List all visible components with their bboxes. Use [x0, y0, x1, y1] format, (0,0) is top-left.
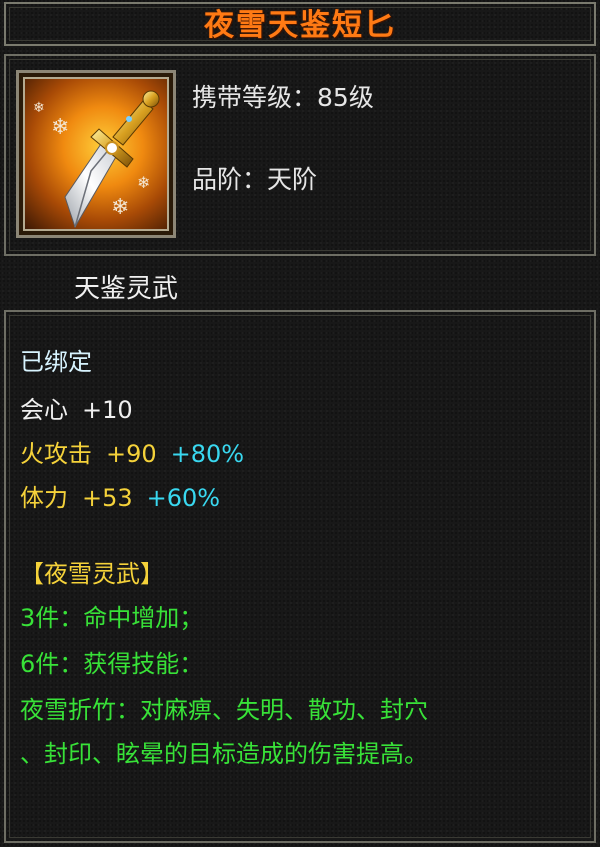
- carry-level: 携带等级：85级: [192, 78, 374, 114]
- dagger-icon: ❄ ❄ ❄ ❄: [23, 77, 169, 231]
- stat-bonus: +80%: [170, 440, 245, 468]
- item-name: 夜雪天鉴短匕: [204, 8, 396, 43]
- set-skill-desc-line2: 、封印、眩晕的目标造成的伤害提高。: [20, 740, 428, 768]
- set-bonus-6: 6件：获得技能：: [20, 650, 204, 678]
- stat-value: +53: [82, 484, 133, 512]
- dagger-graphic: [64, 90, 160, 229]
- stat-name: 会心: [20, 396, 68, 424]
- stat-line-crit: 会心 +10: [20, 390, 133, 425]
- stat-bonus: +60%: [146, 484, 221, 512]
- grade-label: 品阶：: [192, 165, 268, 194]
- item-grade: 品阶：天阶: [192, 160, 317, 196]
- bound-status: 已绑定: [20, 348, 92, 376]
- stat-name: 体力: [20, 484, 68, 512]
- title-bar: 夜雪天鉴短匕: [4, 2, 596, 46]
- item-icon-slot[interactable]: ❄ ❄ ❄ ❄: [16, 70, 176, 238]
- stat-line-stamina: 体力 +53 +60%: [20, 478, 220, 513]
- stat-value: +90: [106, 440, 157, 468]
- stat-name: 火攻击: [20, 440, 92, 468]
- stat-value: +10: [82, 396, 133, 424]
- carry-level-value: 85级: [317, 83, 374, 112]
- carry-level-label: 携带等级：: [192, 83, 318, 112]
- set-bonus-3: 3件：命中增加；: [20, 604, 204, 632]
- set-name: 【夜雪灵武】: [20, 560, 164, 588]
- item-tooltip-panel: 夜雪天鉴短匕 ❄ ❄ ❄ ❄ 携带等级：85级 品阶：天阶 天鉴灵武 已绑定 会…: [0, 0, 600, 847]
- set-skill-desc-line1: 夜雪折竹：对麻痹、失明、散功、封穴: [20, 696, 428, 724]
- stat-line-fire-attack: 火攻击 +90 +80%: [20, 434, 244, 469]
- item-category: 天鉴灵武: [74, 274, 179, 304]
- grade-value: 天阶: [267, 165, 318, 194]
